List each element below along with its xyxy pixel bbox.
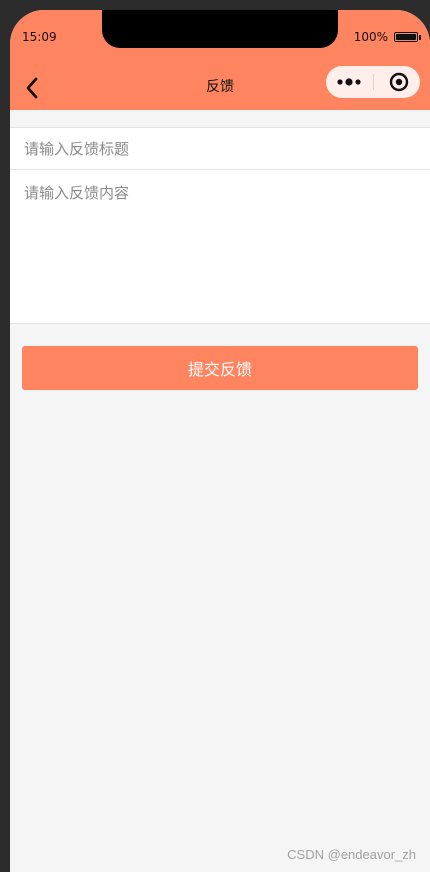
close-miniprogram-button[interactable]	[388, 71, 410, 93]
battery-icon	[394, 32, 421, 42]
battery-text: 100%	[353, 30, 388, 44]
feedback-title-input[interactable]	[10, 128, 430, 170]
phone-screen: 15:09 100% 反馈 请输入反馈标题 请输入反馈内容 提交反馈 CSDN …	[10, 10, 430, 872]
top-bar: 15:09 100% 反馈	[10, 10, 430, 110]
status-time: 15:09	[22, 30, 57, 44]
capsule-divider	[373, 74, 374, 90]
submit-feedback-button[interactable]: 提交反馈	[22, 346, 418, 390]
feedback-content-input[interactable]	[10, 170, 430, 320]
more-dots-icon	[337, 78, 361, 86]
watermark: CSDN @endeavor_zh	[287, 847, 416, 862]
feedback-form	[10, 127, 430, 324]
battery-status: 100%	[353, 30, 421, 44]
menu-capsule	[326, 66, 420, 98]
device-notch	[102, 10, 338, 48]
record-circle-icon	[389, 72, 409, 92]
more-button[interactable]	[336, 72, 362, 92]
